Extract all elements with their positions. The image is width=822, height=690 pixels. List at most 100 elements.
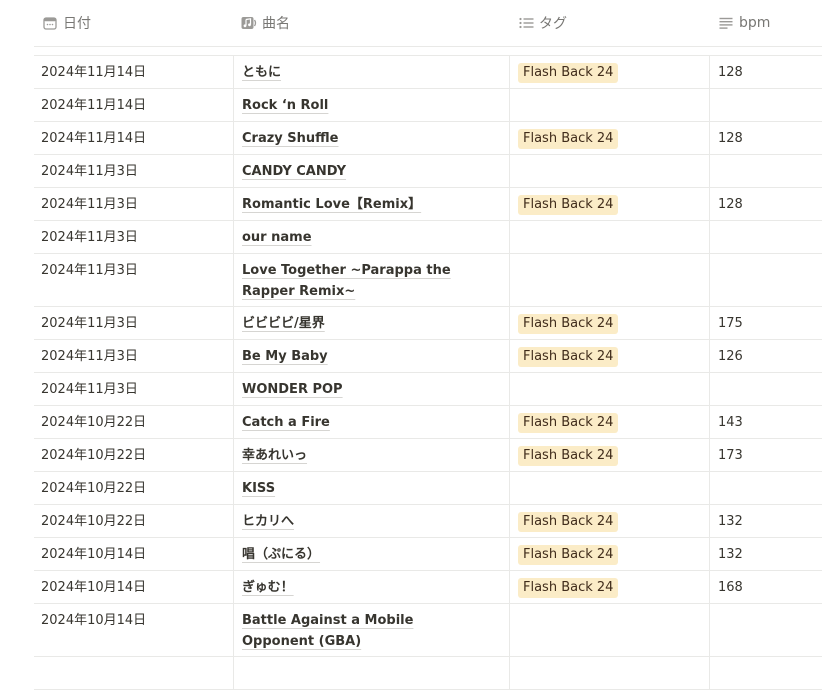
song-title-link[interactable]: CANDY CANDY (242, 164, 346, 179)
title-cell[interactable]: CANDY CANDY (233, 155, 509, 187)
date-cell[interactable]: 2024年11月3日 (34, 254, 233, 306)
bpm-cell[interactable]: 173 (709, 439, 822, 471)
table-row[interactable]: 2024年11月14日 Crazy Shuffle Flash Back 24 128 (34, 122, 822, 155)
bpm-cell[interactable]: 143 (709, 406, 822, 438)
table-row[interactable]: 2024年10月22日 Catch a Fire Flash Back 24 143 (34, 406, 822, 439)
column-header-title[interactable]: 曲名 (241, 0, 290, 46)
date-cell[interactable]: 2024年11月3日 (34, 188, 233, 220)
title-cell[interactable]: Catch a Fire (233, 406, 509, 438)
table-row[interactable]: 2024年11月3日 our name (34, 221, 822, 254)
tags-cell[interactable]: Flash Back 24 (509, 56, 709, 88)
song-title-link[interactable]: Love Together ~Parappa the Rapper Remix~ (242, 263, 451, 299)
bpm-cell[interactable]: 175 (709, 307, 822, 339)
tags-cell[interactable]: Flash Back 24 (509, 188, 709, 220)
table-row[interactable]: 2024年11月14日 ともに Flash Back 24 128 (34, 56, 822, 89)
song-title-link[interactable]: Battle Against a Mobile Opponent (GBA) (242, 613, 413, 649)
bpm-cell[interactable] (709, 155, 822, 187)
table-row[interactable]: 2024年10月14日 Battle Against a Mobile Oppon… (34, 604, 822, 657)
date-cell[interactable]: 2024年10月22日 (34, 472, 233, 504)
tags-cell[interactable]: Flash Back 24 (509, 340, 709, 372)
tags-cell[interactable] (509, 472, 709, 504)
date-cell[interactable]: 2024年10月22日 (34, 505, 233, 537)
bpm-cell[interactable] (709, 221, 822, 253)
title-cell[interactable]: Crazy Shuffle (233, 122, 509, 154)
title-cell[interactable] (233, 657, 509, 689)
table-row[interactable] (34, 657, 822, 690)
title-cell[interactable]: 唱（ぷにる） (233, 538, 509, 570)
table-row[interactable]: 2024年10月14日 ぎゅむ！ Flash Back 24 168 (34, 571, 822, 604)
song-title-link[interactable]: Be My Baby (242, 349, 328, 364)
tags-cell[interactable] (509, 373, 709, 405)
song-title-link[interactable]: our name (242, 230, 312, 245)
song-title-link[interactable]: ビビビビ/星界 (242, 316, 325, 331)
date-cell[interactable]: 2024年11月3日 (34, 155, 233, 187)
tags-cell[interactable] (509, 155, 709, 187)
tags-cell[interactable]: Flash Back 24 (509, 439, 709, 471)
date-cell[interactable]: 2024年10月14日 (34, 604, 233, 656)
title-cell[interactable]: ぎゅむ！ (233, 571, 509, 603)
title-cell[interactable]: Romantic Love【Remix】 (233, 188, 509, 220)
tags-cell[interactable] (509, 254, 709, 306)
tags-cell[interactable]: Flash Back 24 (509, 505, 709, 537)
song-title-link[interactable]: 幸あれいっ (242, 448, 307, 463)
title-cell[interactable]: WONDER POP (233, 373, 509, 405)
date-cell[interactable]: 2024年11月14日 (34, 56, 233, 88)
date-cell[interactable]: 2024年11月3日 (34, 373, 233, 405)
title-cell[interactable]: Rock ‘n Roll (233, 89, 509, 121)
bpm-cell[interactable]: 126 (709, 340, 822, 372)
bpm-cell[interactable]: 132 (709, 538, 822, 570)
table-row[interactable]: 2024年11月3日 Be My Baby Flash Back 24 126 (34, 340, 822, 373)
tags-cell[interactable]: Flash Back 24 (509, 571, 709, 603)
column-header-tags[interactable]: タグ (518, 0, 567, 46)
table-row[interactable]: 2024年10月14日 唱（ぷにる） Flash Back 24 132 (34, 538, 822, 571)
bpm-cell[interactable]: 128 (709, 56, 822, 88)
table-row[interactable]: 2024年11月3日 CANDY CANDY (34, 155, 822, 188)
date-cell[interactable]: 2024年10月22日 (34, 439, 233, 471)
column-header-date[interactable]: 日付 (42, 0, 91, 46)
table-row[interactable]: 2024年10月22日 KISS (34, 472, 822, 505)
title-cell[interactable]: ビビビビ/星界 (233, 307, 509, 339)
tags-cell[interactable]: Flash Back 24 (509, 122, 709, 154)
song-title-link[interactable]: ヒカリへ (242, 514, 294, 529)
title-cell[interactable]: Battle Against a Mobile Opponent (GBA) (233, 604, 509, 656)
bpm-cell[interactable] (709, 472, 822, 504)
date-cell[interactable]: 2024年10月14日 (34, 571, 233, 603)
song-title-link[interactable]: ぎゅむ！ (242, 580, 294, 595)
bpm-cell[interactable] (709, 657, 822, 689)
song-title-link[interactable]: Crazy Shuffle (242, 131, 339, 146)
song-title-link[interactable]: Catch a Fire (242, 415, 330, 430)
title-cell[interactable]: our name (233, 221, 509, 253)
bpm-cell[interactable] (709, 373, 822, 405)
tags-cell[interactable] (509, 221, 709, 253)
bpm-cell[interactable]: 168 (709, 571, 822, 603)
date-cell[interactable]: 2024年11月14日 (34, 122, 233, 154)
tags-cell[interactable]: Flash Back 24 (509, 307, 709, 339)
date-cell[interactable]: 2024年11月3日 (34, 340, 233, 372)
date-cell[interactable] (34, 657, 233, 689)
title-cell[interactable]: ヒカリへ (233, 505, 509, 537)
table-row[interactable]: 2024年11月3日 ビビビビ/星界 Flash Back 24 175 (34, 307, 822, 340)
tags-cell[interactable] (509, 89, 709, 121)
date-cell[interactable]: 2024年11月3日 (34, 307, 233, 339)
bpm-cell[interactable] (709, 254, 822, 306)
title-cell[interactable]: KISS (233, 472, 509, 504)
song-title-link[interactable]: Rock ‘n Roll (242, 98, 328, 113)
bpm-cell[interactable] (709, 89, 822, 121)
bpm-cell[interactable]: 128 (709, 122, 822, 154)
bpm-cell[interactable] (709, 604, 822, 656)
tags-cell[interactable]: Flash Back 24 (509, 538, 709, 570)
table-row[interactable]: 2024年10月22日 ヒカリへ Flash Back 24 132 (34, 505, 822, 538)
tags-cell[interactable] (509, 657, 709, 689)
table-row[interactable]: 2024年11月3日 Romantic Love【Remix】 Flash Back… (34, 188, 822, 221)
date-cell[interactable]: 2024年11月3日 (34, 221, 233, 253)
title-cell[interactable]: Be My Baby (233, 340, 509, 372)
table-row[interactable]: 2024年11月3日 WONDER POP (34, 373, 822, 406)
table-row[interactable]: 2024年10月22日 幸あれいっ Flash Back 24 173 (34, 439, 822, 472)
song-title-link[interactable]: 唱（ぷにる） (242, 547, 320, 562)
date-cell[interactable]: 2024年10月14日 (34, 538, 233, 570)
table-row[interactable]: 2024年11月14日 Rock ‘n Roll (34, 89, 822, 122)
title-cell[interactable]: ともに (233, 56, 509, 88)
song-title-link[interactable]: ともに (242, 65, 281, 80)
bpm-cell[interactable]: 132 (709, 505, 822, 537)
table-row[interactable]: 2024年11月3日 Love Together ~Parappa the Rap… (34, 254, 822, 307)
